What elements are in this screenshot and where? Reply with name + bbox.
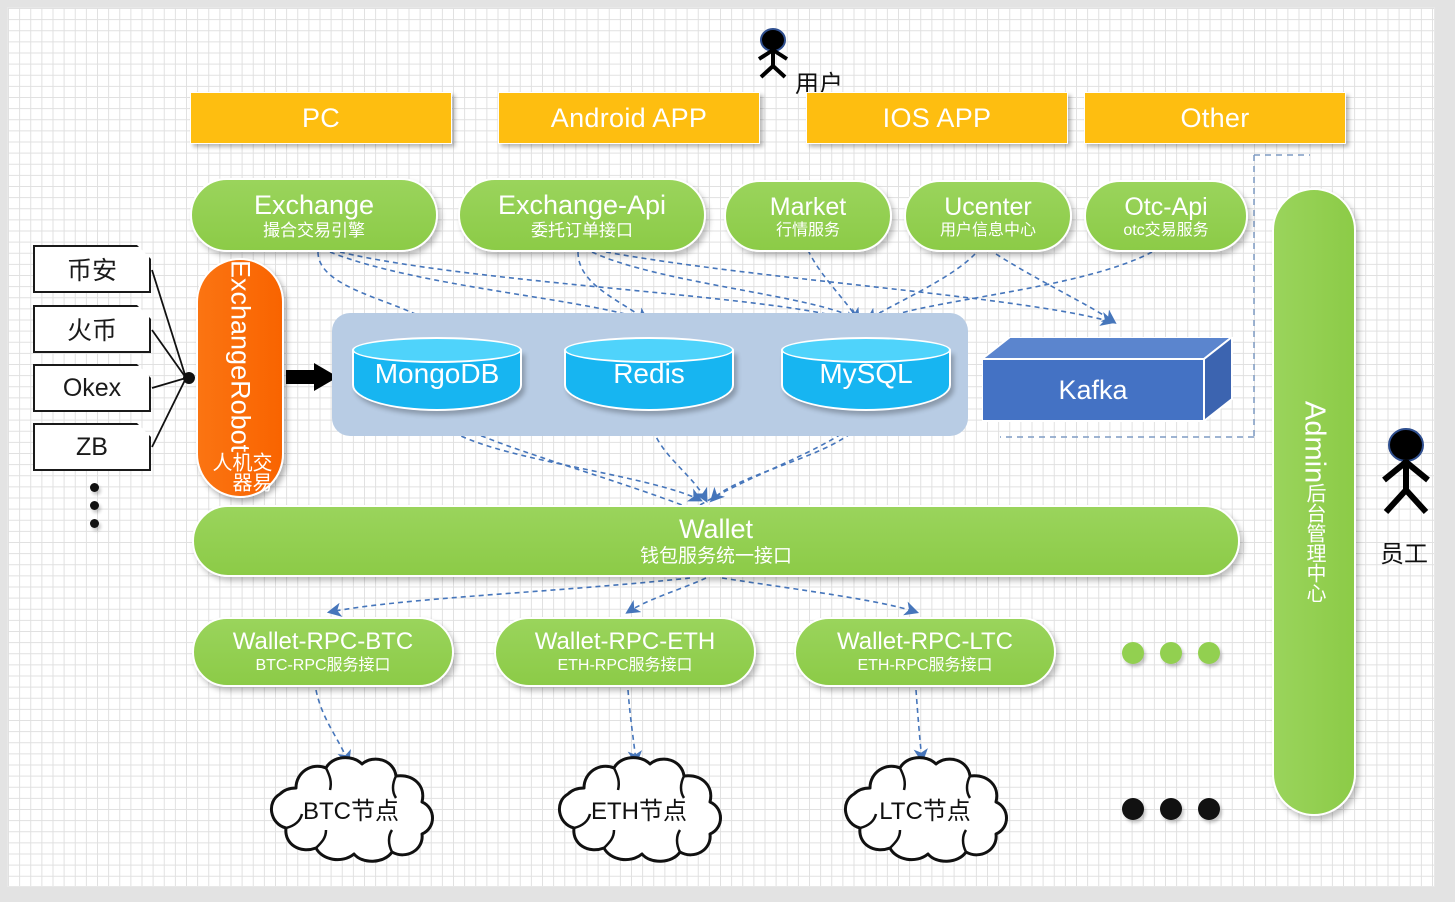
- client-pc[interactable]: PC: [190, 92, 452, 144]
- blockchain-node-btc-label: BTC节点: [303, 797, 399, 825]
- blockchain-node-more-dots: [1122, 798, 1220, 820]
- service-wallet-rpc-btc-name: Wallet-RPC-BTC: [232, 628, 414, 656]
- service-otc-api-name: Otc-Api: [1124, 192, 1208, 221]
- client-android[interactable]: Android APP: [498, 92, 760, 144]
- datastore-mysql-label: MySQL: [819, 358, 913, 389]
- message-queue-kafka[interactable]: Kafka: [982, 337, 1234, 424]
- exchange-source-zb[interactable]: ZB: [33, 423, 151, 471]
- exchange-source-binance-label: 币安: [66, 257, 117, 285]
- client-pc-label: PC: [301, 102, 341, 133]
- client-android-label: Android APP: [550, 102, 708, 133]
- service-market-name: Market: [769, 192, 847, 221]
- blockchain-node-btc[interactable]: BTC节点: [252, 752, 450, 864]
- service-wallet-rpc-ltc-name: Wallet-RPC-LTC: [836, 628, 1013, 656]
- client-other-label: Other: [1180, 102, 1250, 133]
- exchange-source-zb-label: ZB: [76, 432, 108, 461]
- service-ucenter-name: Ucenter: [944, 192, 1032, 221]
- service-market[interactable]: Market 行情服务: [724, 180, 892, 252]
- service-wallet-rpc-eth[interactable]: Wallet-RPC-ETH ETH-RPC服务接口: [494, 617, 756, 687]
- datastore-mysql[interactable]: MySQL: [781, 337, 951, 411]
- service-wallet-rpc-eth-name: Wallet-RPC-ETH: [534, 628, 716, 656]
- exchange-robot-desc: 交易机器人: [209, 452, 271, 493]
- exchange-source-okex-label: Okex: [62, 373, 122, 402]
- service-wallet-desc: 钱包服务统一接口: [639, 546, 792, 568]
- service-exchange-api[interactable]: Exchange-Api 委托订单接口: [458, 178, 706, 252]
- service-exchange-api-desc: 委托订单接口: [531, 221, 633, 241]
- service-wallet-rpc-ltc-desc: ETH-RPC服务接口: [857, 656, 993, 674]
- service-wallet-rpc-btc[interactable]: Wallet-RPC-BTC BTC-RPC服务接口: [192, 617, 454, 687]
- client-ios-label: IOS APP: [882, 102, 992, 133]
- service-wallet[interactable]: Wallet 钱包服务统一接口: [192, 505, 1240, 577]
- client-ios[interactable]: IOS APP: [806, 92, 1068, 144]
- message-queue-kafka-label: Kafka: [1058, 374, 1128, 405]
- admin-console-desc: 后台管理中心: [1303, 483, 1325, 604]
- exchange-source-more-dots: [90, 483, 99, 528]
- service-wallet-name: Wallet: [678, 514, 753, 545]
- exchange-source-binance[interactable]: 币安: [33, 245, 151, 293]
- blockchain-node-eth[interactable]: ETH节点: [540, 752, 738, 864]
- service-wallet-rpc-btc-desc: BTC-RPC服务接口: [255, 656, 391, 674]
- service-ucenter-desc: 用户信息中心: [939, 221, 1036, 239]
- actor-staff: 员工: [1378, 428, 1438, 568]
- datastore-mongodb-label: MongoDB: [374, 358, 500, 389]
- blockchain-node-ltc[interactable]: LTC节点: [826, 752, 1024, 864]
- exchange-robot[interactable]: ExchangeRobot 交易机器人: [196, 258, 284, 498]
- exchange-source-okex[interactable]: Okex: [33, 364, 151, 412]
- service-exchange-name: Exchange: [253, 189, 375, 220]
- admin-console-name: Admin: [1298, 400, 1331, 484]
- client-other[interactable]: Other: [1084, 92, 1346, 144]
- service-wallet-rpc-ltc[interactable]: Wallet-RPC-LTC ETH-RPC服务接口: [794, 617, 1056, 687]
- blockchain-node-eth-label: ETH节点: [591, 797, 687, 825]
- service-market-desc: 行情服务: [775, 221, 840, 239]
- rpc-more-dots: [1122, 642, 1220, 664]
- datastore-redis-label: Redis: [613, 358, 685, 389]
- admin-console[interactable]: Admin 后台管理中心: [1272, 188, 1356, 816]
- service-ucenter[interactable]: Ucenter 用户信息中心: [904, 180, 1072, 252]
- service-exchange-desc: 撮合交易引擎: [263, 221, 365, 241]
- service-otc-api-desc: otc交易服务: [1123, 221, 1209, 239]
- datastore-redis[interactable]: Redis: [564, 337, 734, 411]
- datastore-mongodb[interactable]: MongoDB: [352, 337, 522, 411]
- exchange-robot-name: ExchangeRobot: [225, 260, 256, 453]
- service-exchange[interactable]: Exchange 撮合交易引擎: [190, 178, 438, 252]
- service-exchange-api-name: Exchange-Api: [497, 189, 667, 220]
- exchange-source-huobi[interactable]: 火币: [33, 305, 151, 353]
- blockchain-node-ltc-label: LTC节点: [879, 797, 971, 825]
- architecture-diagram: 用户 PC Android APP IOS APP Other Exchange…: [0, 0, 1455, 902]
- exchange-source-huobi-label: 火币: [66, 317, 117, 345]
- actor-user: 用户: [755, 28, 843, 98]
- service-wallet-rpc-eth-desc: ETH-RPC服务接口: [557, 656, 693, 674]
- service-otc-api[interactable]: Otc-Api otc交易服务: [1084, 180, 1248, 252]
- actor-staff-label: 员工: [1380, 541, 1428, 568]
